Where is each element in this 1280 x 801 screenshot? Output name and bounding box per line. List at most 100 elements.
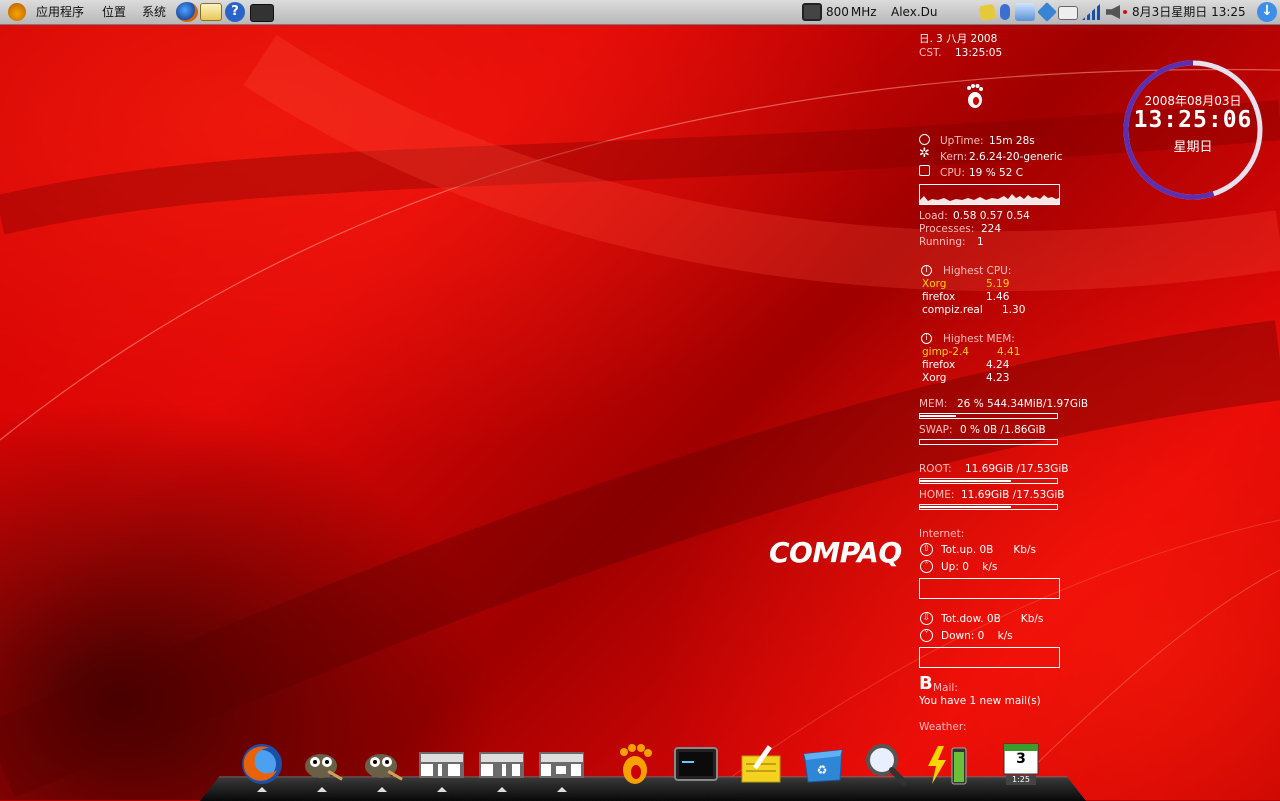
window-thumb-icon[interactable] bbox=[538, 742, 585, 786]
clock-widget: 2008年08月03日 13:25:06 星期日 bbox=[1120, 57, 1266, 203]
tomboy-notes-icon[interactable] bbox=[978, 3, 997, 22]
info-icon: i bbox=[921, 333, 932, 344]
running-value: 1 bbox=[977, 236, 984, 248]
processes-label: Processes: bbox=[919, 223, 975, 235]
top-cpu-name: Xorg bbox=[922, 278, 947, 290]
clock-weekday: 星期日 bbox=[1173, 140, 1213, 155]
battery-status-icon bbox=[1123, 10, 1127, 14]
mail-client-icon[interactable] bbox=[200, 3, 222, 21]
load-value: 0.58 0.57 0.54 bbox=[953, 210, 1030, 222]
mem-bar bbox=[919, 413, 1058, 419]
running-indicator bbox=[377, 787, 387, 792]
download-speed-icon: ˅ bbox=[920, 629, 933, 642]
search-icon[interactable] bbox=[862, 742, 908, 786]
gnome-foot-icon[interactable] bbox=[612, 742, 658, 786]
update-notifier-icon[interactable]: ↓ bbox=[1257, 2, 1277, 22]
gimp-icon[interactable] bbox=[299, 742, 345, 786]
root-bar-fill bbox=[920, 480, 1012, 482]
cpu-graph bbox=[919, 184, 1060, 205]
clock-time: 13:25:06 bbox=[1133, 107, 1253, 133]
root-value: 11.69GiB /17.53GiB bbox=[965, 463, 1069, 475]
mem-label: MEM: bbox=[919, 398, 948, 410]
mem-bar-fill bbox=[920, 415, 956, 417]
gnome-foot-icon[interactable] bbox=[8, 3, 26, 21]
uptime-value: 15m 28s bbox=[989, 135, 1035, 147]
gnome-foot-icon bbox=[965, 83, 985, 109]
total-download: Tot.dow. 0B Kb/s bbox=[941, 613, 1044, 625]
running-indicator bbox=[557, 787, 567, 792]
upload-speed: Up: 0 k/s bbox=[941, 561, 998, 573]
clock-applet[interactable]: 8月3日星期日 13:25 bbox=[1132, 0, 1246, 24]
conky-time: 13:25:05 bbox=[955, 47, 1003, 59]
processes-value: 224 bbox=[981, 223, 1002, 235]
swap-value: 0 % 0B /1.86GiB bbox=[960, 424, 1046, 436]
conky-date: 日. 3 八月 2008 bbox=[919, 33, 998, 45]
upload-speed-icon: ˄ bbox=[920, 560, 933, 573]
battery-icon[interactable] bbox=[924, 742, 970, 786]
top-cpu-name: firefox bbox=[922, 291, 956, 303]
volume-icon[interactable] bbox=[1106, 5, 1120, 19]
upload-icon: ⇧ bbox=[920, 543, 933, 556]
swap-label: SWAP: bbox=[919, 424, 953, 436]
calendar-day: 3 bbox=[1016, 751, 1026, 767]
running-indicator bbox=[317, 787, 327, 792]
brand-logo: COMPAQ bbox=[769, 536, 902, 569]
notes-icon[interactable] bbox=[738, 742, 784, 786]
terminal-icon[interactable] bbox=[673, 742, 719, 786]
top-mem-name: firefox bbox=[922, 359, 956, 371]
kernel-value: 2.6.24-20-generic bbox=[969, 151, 1063, 163]
load-label: Load: bbox=[919, 210, 948, 222]
weather-label: Weather: bbox=[919, 721, 967, 733]
notification-icon[interactable] bbox=[1037, 2, 1057, 22]
firefox-icon[interactable] bbox=[176, 2, 198, 22]
swap-bar bbox=[919, 439, 1058, 445]
top-cpu-value: 1.46 bbox=[986, 291, 1010, 303]
bluetooth-icon[interactable] bbox=[1000, 4, 1010, 20]
help-icon[interactable]: ? bbox=[225, 2, 245, 22]
user-switcher[interactable]: Alex.Du bbox=[891, 0, 937, 24]
root-bar bbox=[919, 478, 1058, 484]
firefox-icon[interactable] bbox=[239, 742, 285, 786]
window-thumb-icon[interactable] bbox=[418, 742, 465, 786]
mail-status: You have 1 new mail(s) bbox=[919, 695, 1041, 707]
running-indicator bbox=[497, 787, 507, 792]
home-value: 11.69GiB /17.53GiB bbox=[961, 489, 1065, 501]
highest-mem-label: Highest MEM: bbox=[943, 333, 1015, 345]
cpu-freq-value: 800 bbox=[826, 5, 849, 19]
trash-icon[interactable]: ♻ bbox=[800, 742, 846, 786]
top-cpu-value: 1.30 bbox=[1002, 304, 1026, 316]
calendar-time: 1:25 bbox=[1012, 775, 1030, 784]
terminal-icon[interactable] bbox=[250, 4, 274, 22]
top-mem-value: 4.41 bbox=[997, 346, 1021, 358]
menu-system[interactable]: 系统 bbox=[142, 0, 166, 24]
calendar-icon[interactable]: 3 1:25 bbox=[1000, 742, 1046, 786]
uptime-label: UpTime: bbox=[940, 135, 984, 147]
cpu-value: 19 % 52 C bbox=[969, 167, 1024, 179]
svg-text:♻: ♻ bbox=[817, 763, 828, 777]
highest-cpu-label: Highest CPU: bbox=[943, 265, 1012, 277]
download-graph bbox=[919, 647, 1060, 668]
running-indicator bbox=[257, 787, 267, 792]
mem-value: 26 % 544.34MiB/1.97GiB bbox=[957, 398, 1089, 410]
signal-strength-icon[interactable] bbox=[1082, 4, 1100, 20]
mail-label: Mail: bbox=[933, 682, 958, 694]
menu-places[interactable]: 位置 bbox=[102, 0, 126, 24]
root-label: ROOT: bbox=[919, 463, 952, 475]
upload-graph bbox=[919, 578, 1060, 599]
network-icon[interactable] bbox=[1015, 3, 1035, 21]
top-panel: 应用程序 位置 系统 ? 800 MHz Alex.Du 8月3日星期日 13:2… bbox=[0, 0, 1280, 25]
running-indicator bbox=[437, 787, 447, 792]
gimp-icon[interactable] bbox=[359, 742, 405, 786]
top-cpu-value: 5.19 bbox=[986, 278, 1010, 290]
menu-applications[interactable]: 应用程序 bbox=[36, 0, 84, 24]
keyboard-icon[interactable] bbox=[1058, 6, 1078, 20]
home-bar-fill bbox=[920, 506, 1012, 508]
home-label: HOME: bbox=[919, 489, 955, 501]
window-thumb-icon[interactable] bbox=[478, 742, 525, 786]
download-icon: ⇩ bbox=[920, 612, 933, 625]
uptime-icon bbox=[919, 134, 930, 145]
kernel-icon: ✲ bbox=[919, 146, 930, 161]
cpu-frequency: 800 MHz bbox=[826, 0, 877, 24]
download-speed: Down: 0 k/s bbox=[941, 630, 1013, 642]
top-mem-value: 4.23 bbox=[986, 372, 1010, 384]
